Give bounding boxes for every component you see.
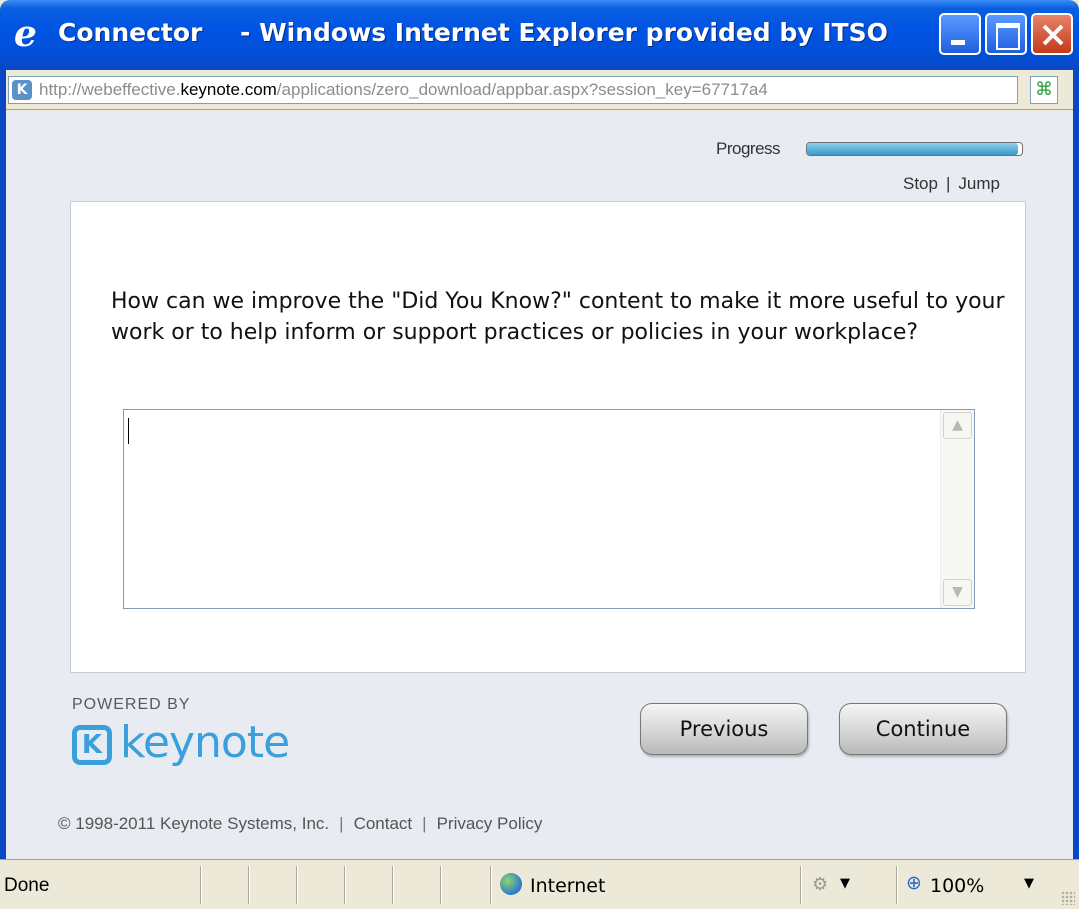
url-prefix: http://webeffective. [39,80,181,99]
status-divider [248,866,250,904]
link-separator: | [945,174,951,193]
question-text: How can we improve the "Did You Know?" c… [111,289,1005,345]
url-suffix: /applications/zero_download/appbar.aspx?… [276,80,768,99]
scroll-up-button[interactable]: ▲ [943,412,972,439]
zoom-level[interactable]: 100% [930,875,984,897]
previous-button[interactable]: Previous [640,703,808,755]
address-bar: K http://webeffective.keynote.com/applic… [0,70,1079,110]
continue-button[interactable]: Continue [839,703,1007,755]
status-divider [440,866,442,904]
maximize-button[interactable] [985,13,1027,55]
zoom-icon[interactable]: ⊕ [906,872,922,894]
privacy-policy-link[interactable]: Privacy Policy [437,814,543,833]
status-divider [296,866,298,904]
window-title-app: Connector [58,18,203,47]
close-button[interactable] [1031,13,1073,55]
question-panel: How can we improve the "Did You Know?" c… [70,201,1026,673]
internet-globe-icon [500,873,522,895]
progress-fill [807,143,1018,155]
scroll-down-button[interactable]: ▼ [943,579,972,606]
powered-by-label: POWERED BY [72,696,191,713]
protected-mode-icon[interactable]: ⚙ [812,874,828,895]
keynote-logo-icon: K [72,725,112,765]
status-divider [344,866,346,904]
jump-link[interactable]: Jump [958,174,1000,193]
url-text: http://webeffective.keynote.com/applicat… [39,80,768,100]
copyright-text: © 1998-2011 Keynote Systems, Inc. [58,814,330,833]
keynote-site-icon: K [12,80,32,100]
progress-bar [806,142,1023,156]
answer-textarea[interactable]: ▲ ▼ [123,409,975,609]
textarea-scrollbar[interactable]: ▲ ▼ [940,410,974,608]
status-divider [200,866,202,904]
close-icon [1042,24,1064,46]
url-field[interactable]: K http://webeffective.keynote.com/applic… [8,76,1018,104]
window-border-right [1073,70,1079,860]
status-divider [800,866,802,904]
compatibility-view-icon[interactable]: ⌘ [1030,76,1058,104]
status-divider [490,866,492,904]
status-bar: Done Internet ⚙ ▼ ⊕ 100% ▼ [0,859,1079,909]
progress-label: Progress [716,139,781,158]
chevron-down-icon[interactable]: ▼ [840,876,850,891]
title-bar[interactable]: e Connector - Windows Internet Explorer … [0,0,1079,70]
url-domain: keynote.com [180,80,277,99]
footer-separator: | [339,814,344,833]
footer-links: © 1998-2011 Keynote Systems, Inc. | Contac… [58,814,542,834]
contact-link[interactable]: Contact [354,814,413,833]
stop-link[interactable]: Stop [903,174,938,193]
page-content: Progress Stop | Jump How can we improve th… [6,111,1073,859]
text-caret [128,418,129,444]
minimize-button[interactable] [939,13,981,55]
chevron-down-icon[interactable]: ▼ [1024,876,1034,891]
resize-grip[interactable] [1061,891,1075,905]
status-divider [896,866,898,904]
ie-logo-icon: e [14,13,37,55]
security-zone-label: Internet [530,875,606,897]
keynote-logo-text: keynote [120,717,290,768]
status-divider [392,866,394,904]
window-title: - Windows Internet Explorer provided by … [240,18,888,47]
status-text: Done [4,875,50,896]
footer-separator: | [422,814,427,833]
stop-jump-links: Stop | Jump [903,174,1000,194]
